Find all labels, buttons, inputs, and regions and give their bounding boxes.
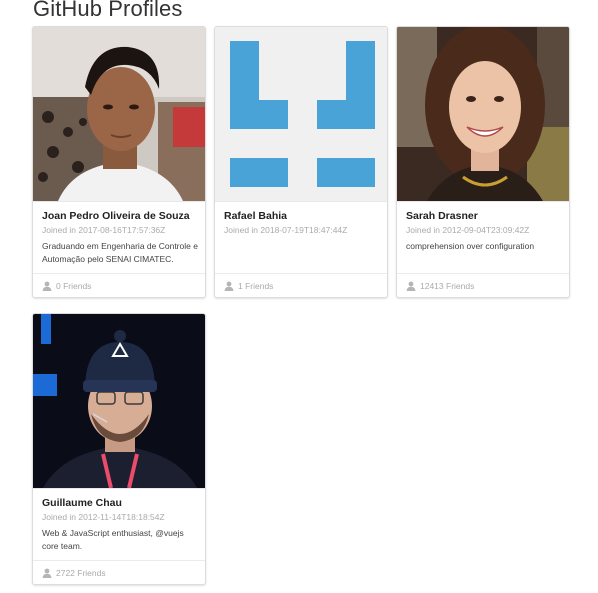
- profile-footer: 0 Friends: [33, 273, 205, 297]
- profile-avatar[interactable]: [397, 27, 569, 201]
- avatar-photo: [397, 27, 569, 201]
- avatar-photo: [33, 314, 205, 488]
- user-icon: [224, 281, 234, 291]
- profile-joined-date: Joined in 2018-07-19T18:47:44Z: [224, 225, 348, 235]
- friends-count: 1 Friends: [238, 281, 274, 291]
- profile-content: Sarah Drasner Joined in 2012-09-04T23:09…: [397, 201, 569, 273]
- profile-bio: comprehension over configuration: [406, 241, 535, 251]
- avatar-identicon: [215, 27, 387, 201]
- profile-card[interactable]: Sarah Drasner Joined in 2012-09-04T23:09…: [396, 26, 570, 298]
- profile-joined-date: Joined in 2017-08-16T17:57:36Z: [42, 225, 166, 235]
- profile-content: Rafael Bahia Joined in 2018-07-19T18:47:…: [215, 201, 387, 273]
- profile-content: Joan Pedro Oliveira de Souza Joined in 2…: [33, 201, 205, 273]
- profile-card[interactable]: Joan Pedro Oliveira de Souza Joined in 2…: [32, 26, 206, 298]
- friends-count: 2722 Friends: [56, 568, 106, 578]
- profile-avatar[interactable]: [33, 314, 205, 488]
- profile-bio: Web & JavaScript enthusiast, @vuejs core…: [42, 528, 184, 551]
- profile-footer: 1 Friends: [215, 273, 387, 297]
- profile-card[interactable]: Rafael Bahia Joined in 2018-07-19T18:47:…: [214, 26, 388, 298]
- profile-footer: 12413 Friends: [397, 273, 569, 297]
- profile-joined-date: Joined in 2012-11-14T18:18:54Z: [42, 512, 165, 522]
- profile-name[interactable]: Guillaume Chau: [42, 497, 122, 509]
- profile-footer: 2722 Friends: [33, 560, 205, 584]
- profile-name[interactable]: Rafael Bahia: [224, 210, 287, 222]
- user-icon: [42, 281, 52, 291]
- friends-count: 0 Friends: [56, 281, 92, 291]
- profile-card[interactable]: Guillaume Chau Joined in 2012-11-14T18:1…: [32, 313, 206, 585]
- profile-name[interactable]: Joan Pedro Oliveira de Souza: [42, 210, 190, 222]
- profile-avatar[interactable]: [33, 27, 205, 201]
- profile-joined-date: Joined in 2012-09-04T23:09:42Z: [406, 225, 530, 235]
- avatar-photo: [33, 27, 205, 201]
- user-icon: [406, 281, 416, 291]
- profile-content: Guillaume Chau Joined in 2012-11-14T18:1…: [33, 488, 205, 560]
- profile-bio: Graduando em Engenharia de Controle e Au…: [42, 241, 198, 264]
- page-title: GitHub Profiles: [33, 0, 183, 21]
- user-icon: [42, 568, 52, 578]
- profile-name[interactable]: Sarah Drasner: [406, 210, 478, 222]
- friends-count: 12413 Friends: [420, 281, 475, 291]
- profile-avatar[interactable]: [215, 27, 387, 201]
